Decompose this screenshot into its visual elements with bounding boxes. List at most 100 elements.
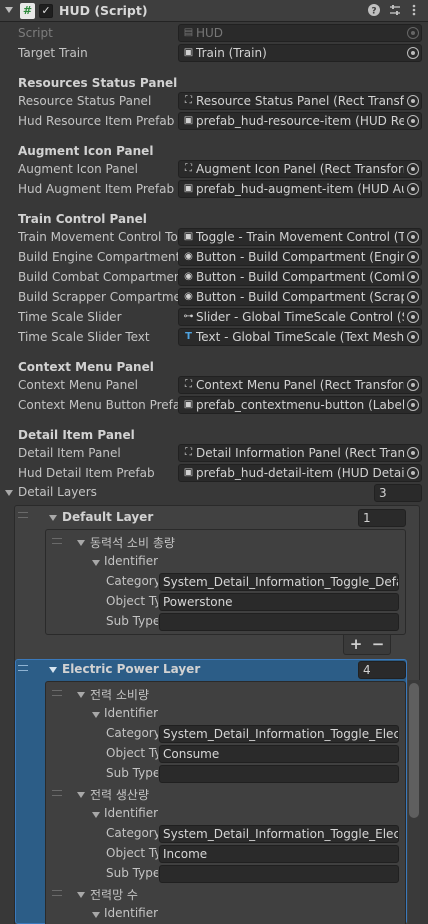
drag-handle-icon[interactable] [18, 512, 28, 518]
hud-resource-item-prefab-label: Hud Resource Item Prefab [18, 114, 175, 128]
build-engine-button-field[interactable]: ◉ Button - Build Compartment (Engine) (B… [178, 248, 422, 266]
detail-layers-size-field[interactable]: 3 [374, 484, 422, 502]
build-combat-button-field[interactable]: ◉ Button - Build Compartment (Combat) (B… [178, 268, 422, 286]
object-picker-icon[interactable] [407, 231, 419, 243]
enable-checkbox[interactable]: ✓ [39, 4, 53, 18]
object-picker-icon[interactable] [407, 467, 419, 479]
hud-detail-item-prefab-value: prefab_hud-detail-item (HUD Detail Item) [196, 466, 404, 480]
layer-name: Default Layer [62, 510, 154, 524]
hud-detail-item-prefab-field[interactable]: ▣ prefab_hud-detail-item (HUD Detail Ite… [178, 464, 422, 482]
target-train-value: Train (Train) [196, 46, 267, 60]
category-input[interactable]: System_Detail_Information_Toggle_Electri… [159, 825, 399, 843]
object-picker-icon[interactable] [407, 447, 419, 459]
detail-item-panel-value: Detail Information Panel (Rect Transform… [196, 446, 404, 460]
time-scale-slider-field[interactable]: ⊶ Slider - Global TimeScale Control (Sli… [178, 308, 422, 326]
object-type-input[interactable]: Powerstone [159, 593, 399, 611]
drag-handle-icon[interactable] [52, 690, 62, 696]
object-picker-icon[interactable] [407, 399, 419, 411]
sub-type-input[interactable] [159, 865, 399, 883]
object-picker-icon[interactable] [407, 311, 419, 323]
foldout-arrow-icon[interactable] [49, 667, 57, 673]
component-header[interactable]: # ✓ HUD (Script) ? [0, 0, 428, 22]
layer-items-size-field[interactable]: 4 [358, 661, 406, 679]
sub-type-input[interactable] [159, 613, 399, 631]
train-movement-toggle-label: Train Movement Control Toggle [18, 230, 178, 244]
detail-item-panel-field[interactable]: ⛶ Detail Information Panel (Rect Transfo… [178, 444, 422, 462]
object-picker-icon[interactable] [407, 163, 419, 175]
resource-status-panel-value: Resource Status Panel (Rect Transform) [196, 94, 404, 108]
foldout-arrow-icon[interactable] [92, 712, 100, 718]
resource-status-panel-field[interactable]: ⛶ Resource Status Panel (Rect Transform) [178, 92, 422, 110]
object-picker-icon[interactable] [407, 95, 419, 107]
context-menu-button-prefab-field[interactable]: ▣ prefab_contextmenu-button (Labeled But… [178, 396, 422, 414]
detail-item-panel-label: Detail Item Panel [18, 446, 121, 460]
item-name: 전력망 수 [90, 888, 138, 902]
hud-augment-item-prefab-label: Hud Augment Item Prefab [18, 182, 175, 196]
object-picker-icon[interactable] [407, 271, 419, 283]
target-train-field[interactable]: ▣ Train (Train) [178, 44, 422, 62]
hud-augment-item-prefab-field[interactable]: ▣ prefab_hud-augment-item (HUD Augment I… [178, 180, 422, 198]
object-type-label: Object Type [106, 746, 158, 760]
rect-transform-icon: ⛶ [185, 163, 192, 174]
svg-text:?: ? [371, 7, 376, 17]
augment-icon-panel-field[interactable]: ⛶ Augment Icon Panel (Rect Transform) [178, 160, 422, 178]
context-menu-panel-field[interactable]: ⛶ Context Menu Panel (Rect Transform) [178, 376, 422, 394]
layer-items-size-field[interactable]: 1 [358, 509, 406, 527]
drag-handle-icon[interactable] [52, 538, 62, 544]
time-scale-slider-text-field[interactable]: T Text - Global TimeScale (Text Mesh Pro… [178, 328, 422, 346]
object-type-input[interactable]: Consume [159, 745, 399, 763]
augment-icon-panel-label: Augment Icon Panel [18, 162, 138, 176]
hud-detail-item-prefab-label: Hud Detail Item Prefab [18, 466, 155, 480]
object-picker-icon[interactable] [407, 47, 419, 59]
object-picker-icon[interactable] [407, 331, 419, 343]
foldout-arrow-icon[interactable] [92, 560, 100, 566]
context-menu-panel-label: Context Menu Panel [18, 378, 138, 392]
foldout-arrow-icon[interactable] [49, 515, 57, 521]
object-picker-icon [407, 27, 419, 39]
object-type-input[interactable]: Income [159, 845, 399, 863]
detail-layers-foldout-icon[interactable] [5, 490, 13, 496]
detail-layers-label[interactable]: Detail Layers [18, 483, 97, 501]
time-scale-slider-label: Time Scale Slider [18, 310, 122, 324]
foldout-arrow-icon[interactable] [77, 792, 85, 798]
add-element-button[interactable]: + [347, 636, 365, 654]
foldout-arrow-icon[interactable] [5, 7, 13, 13]
foldout-arrow-icon[interactable] [77, 692, 85, 698]
drag-handle-icon[interactable] [18, 665, 28, 671]
build-scrapper-button-field[interactable]: ◉ Button - Build Compartment (Scrapper) … [178, 288, 422, 306]
drag-handle-icon[interactable] [52, 790, 62, 796]
sub-type-label: Sub Type [106, 866, 158, 880]
category-label: Category [106, 826, 158, 840]
foldout-arrow-icon[interactable] [92, 912, 100, 918]
script-field: ▤ HUD [178, 24, 422, 42]
script-object-icon: ▣ [183, 183, 194, 194]
sub-type-input[interactable] [159, 765, 399, 783]
scrollbar-thumb[interactable] [409, 683, 419, 818]
script-file-icon: ▤ [183, 27, 194, 38]
object-picker-icon[interactable] [407, 115, 419, 127]
item-name: 동력석 소비 총량 [90, 536, 175, 550]
object-picker-icon[interactable] [407, 291, 419, 303]
foldout-arrow-icon[interactable] [92, 812, 100, 818]
remove-element-button[interactable]: − [369, 636, 387, 654]
object-type-label: Object Type [106, 846, 158, 860]
slider-component-icon: ⊶ [183, 311, 194, 322]
foldout-arrow-icon[interactable] [77, 892, 85, 898]
train-movement-toggle-field[interactable]: ▣ Toggle - Train Movement Control (Toggl… [178, 228, 422, 246]
object-picker-icon[interactable] [407, 183, 419, 195]
category-input[interactable]: System_Detail_Information_Toggle_Default [159, 573, 399, 591]
question-circle-icon[interactable]: ? [366, 3, 382, 19]
kebab-menu-icon[interactable] [406, 3, 422, 19]
add-remove-controls: + − [343, 635, 391, 655]
object-picker-icon[interactable] [407, 379, 419, 391]
button-component-icon: ◉ [184, 271, 193, 282]
foldout-arrow-icon[interactable] [77, 540, 85, 546]
drag-handle-icon[interactable] [52, 890, 62, 896]
hud-resource-item-prefab-field[interactable]: ▣ prefab_hud-resource-item (HUD Resource… [178, 112, 422, 130]
object-picker-icon[interactable] [407, 251, 419, 263]
category-input[interactable]: System_Detail_Information_Toggle_Electri… [159, 725, 399, 743]
sub-type-label: Sub Type [106, 614, 158, 628]
identifier-label: Identifier [104, 806, 159, 820]
sliders-icon[interactable] [387, 3, 403, 19]
context-menu-button-prefab-label: Context Menu Button Prefab [18, 398, 178, 412]
